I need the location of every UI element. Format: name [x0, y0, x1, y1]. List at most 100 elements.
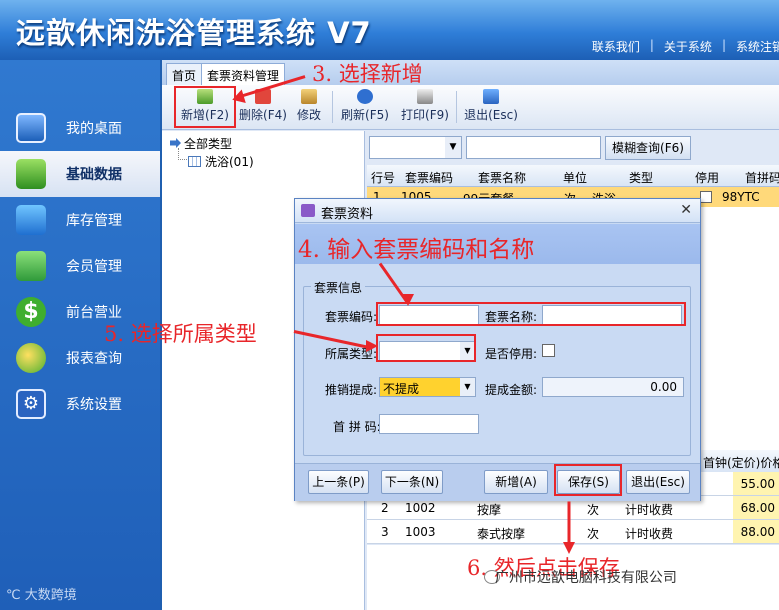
- cell-unit: 次: [587, 527, 600, 541]
- tree-item-label: 洗浴(01): [205, 155, 254, 169]
- sidebar-item-label: 我的桌面: [66, 121, 122, 137]
- edit-button-label: 修改: [296, 108, 321, 122]
- annotation-step4: 4. 输入套票编码和名称: [298, 237, 535, 263]
- link-separator: |: [721, 38, 726, 52]
- annotation-box-type: [376, 334, 476, 362]
- exit-button[interactable]: 退出(Esc): [462, 89, 520, 127]
- link-contact[interactable]: 联系我们: [592, 38, 640, 55]
- sidebar-item-member[interactable]: 会员管理: [0, 243, 160, 289]
- delete-button-label: 删除(F4): [239, 108, 287, 122]
- link-separator: |: [649, 38, 654, 52]
- title-bar: 远歆休闲洗浴管理系统 V7 联系我们 | 关于系统 | 系统注销: [0, 0, 779, 60]
- cell-pinyin: 98YTC: [722, 190, 760, 204]
- column-header[interactable]: 套票编码: [405, 169, 453, 186]
- disabled-checkbox[interactable]: [700, 191, 712, 203]
- column-header[interactable]: 首钟(定价)价格: [703, 454, 779, 471]
- tab-bar: 首页 套票资料管理: [162, 60, 779, 85]
- cell-price: 68.00: [733, 496, 779, 519]
- printer-icon: [417, 89, 433, 104]
- dialog-app-icon: [301, 204, 315, 217]
- cell-price: 55.00: [733, 472, 779, 495]
- member-card-icon: [16, 251, 46, 281]
- toolbar-separator: [332, 91, 333, 123]
- sidebar-item-label: 基础数据: [66, 167, 122, 183]
- refresh-button[interactable]: 刷新(F5): [340, 89, 390, 127]
- search-input[interactable]: [466, 136, 601, 159]
- pinyin-label: 首 拼 码:: [333, 420, 381, 434]
- print-button[interactable]: 打印(F9): [399, 89, 451, 127]
- sidebar-item-label: 系统设置: [66, 397, 122, 413]
- desktop-icon: [16, 113, 46, 143]
- sidebar-item-label: 会员管理: [66, 259, 122, 275]
- link-about[interactable]: 关于系统: [664, 38, 712, 55]
- annotation-arrow-head: [402, 294, 414, 306]
- pinyin-input[interactable]: [379, 414, 479, 434]
- prev-button[interactable]: 上一条(P): [308, 470, 369, 494]
- disabled-label: 是否停用:: [485, 347, 538, 361]
- cell-name: 泰式按摩: [477, 527, 526, 541]
- grid-icon: [188, 156, 201, 167]
- sidebar-item-desktop[interactable]: 我的桌面: [0, 105, 160, 151]
- group-title: 套票信息: [311, 279, 366, 296]
- column-header[interactable]: 单位: [563, 169, 587, 186]
- arrow-right-icon: [170, 138, 181, 148]
- watermark-right: 广州市远歆电脑科技有限公司: [494, 570, 677, 586]
- cell-no: 3: [381, 525, 389, 539]
- annotation-box-new: [174, 86, 236, 128]
- app-window: 远歆休闲洗浴管理系统 V7 联系我们 | 关于系统 | 系统注销 我的桌面 基础…: [0, 0, 779, 610]
- cell-code: 1002: [405, 501, 436, 515]
- top-links: 联系我们 | 关于系统 | 系统注销: [587, 38, 779, 55]
- annotation-arrow: [567, 501, 571, 546]
- annotation-arrow-head: [366, 340, 378, 352]
- amount-label: 提成金额:: [485, 383, 538, 397]
- print-button-label: 打印(F9): [401, 108, 449, 122]
- exit-button-label: 退出(Esc): [464, 108, 518, 122]
- sidebar-item-inventory[interactable]: 库存管理: [0, 197, 160, 243]
- link-logout[interactable]: 系统注销: [736, 38, 779, 55]
- inventory-icon: [16, 205, 46, 235]
- gear-icon: ⚙: [16, 389, 46, 419]
- grid-header: 行号 套票编码 套票名称 单位 类型 停用 首拼码: [367, 165, 779, 187]
- edit-icon: [301, 89, 317, 104]
- column-header[interactable]: 类型: [629, 169, 653, 186]
- dialog-new-button[interactable]: 新增(A): [484, 470, 548, 494]
- fuzzy-search-button[interactable]: 模糊查询(F6): [605, 136, 691, 160]
- tree-connector: [178, 148, 187, 160]
- sidebar-item-settings[interactable]: ⚙ 系统设置: [0, 381, 160, 427]
- refresh-button-label: 刷新(F5): [341, 108, 389, 122]
- annotation-box-code-name: [376, 302, 686, 326]
- tab-home[interactable]: 首页: [166, 63, 203, 85]
- commission-label: 推销提成:: [325, 383, 378, 397]
- commission-select[interactable]: 不提成 ▼: [379, 377, 476, 397]
- dialog-exit-button[interactable]: 退出(Esc): [626, 470, 690, 494]
- cell-type: 计时收费: [625, 527, 674, 541]
- sidebar-item-base-data[interactable]: 基础数据: [0, 151, 160, 197]
- column-header[interactable]: 首拼码: [745, 169, 779, 186]
- column-header[interactable]: 停用: [695, 169, 719, 186]
- tree-item-bath[interactable]: 洗浴(01): [188, 153, 254, 170]
- sidebar-item-label: 库存管理: [66, 213, 122, 229]
- chevron-down-icon: ▼: [460, 378, 475, 396]
- annotation-box-save: [554, 464, 622, 496]
- dialog-title-bar: 套票资料 ✕: [295, 199, 700, 223]
- table-row[interactable]: 3 1003 泰式按摩 次 计时收费 88.00: [367, 520, 779, 544]
- cell-code: 1003: [405, 525, 436, 539]
- app-title: 远歆休闲洗浴管理系统 V7: [16, 16, 372, 50]
- commission-value: 不提成: [383, 382, 420, 396]
- toolbar-separator: [456, 91, 457, 123]
- column-header[interactable]: 套票名称: [478, 169, 526, 186]
- refresh-icon: [357, 89, 373, 104]
- column-header[interactable]: 行号: [371, 169, 395, 186]
- disabled-checkbox[interactable]: [542, 344, 555, 357]
- cell-name: 按摩: [477, 503, 502, 517]
- report-icon: [16, 343, 46, 373]
- edit-button[interactable]: 修改: [291, 89, 327, 127]
- exit-icon: [483, 89, 499, 104]
- cell-price: 88.00: [733, 520, 779, 543]
- amount-input[interactable]: 0.00: [542, 377, 684, 397]
- tab-ticket-management[interactable]: 套票资料管理: [201, 63, 286, 85]
- chevron-down-icon: ▼: [445, 137, 461, 158]
- next-button[interactable]: 下一条(N): [381, 470, 443, 494]
- search-field-select[interactable]: ▼: [369, 136, 462, 159]
- close-icon[interactable]: ✕: [680, 202, 692, 218]
